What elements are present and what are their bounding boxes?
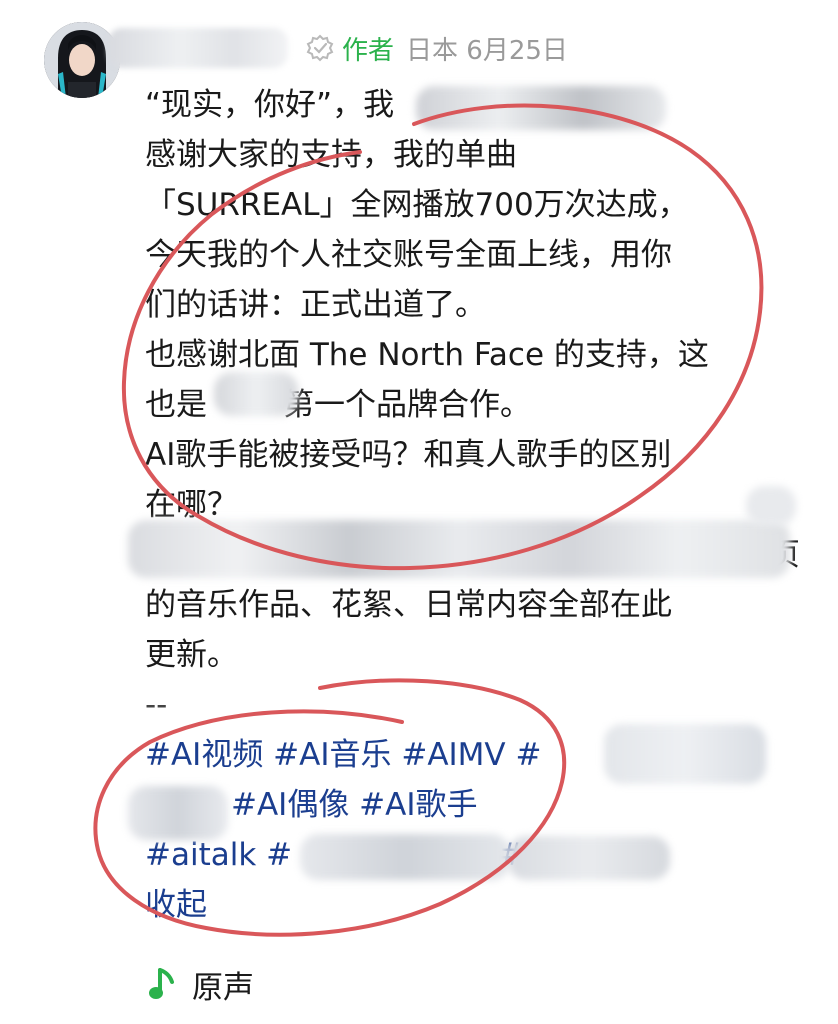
post-location-date: 日本 6月25日 [406, 35, 568, 66]
hashtag-list[interactable]: #AI偶像 #AI歌手 [231, 787, 478, 823]
verified-badge-icon [306, 34, 334, 62]
collapse-button[interactable]: 收起 [145, 880, 800, 930]
post-body: “现实，你好”，我 感谢大家的支持，我的单曲 「SURREAL」全网播放700万… [145, 80, 800, 930]
redaction-blur [508, 836, 670, 880]
post-header: 作者 日本 6月25日 [108, 24, 568, 72]
post-line: AI歌手能被接受吗？和真人歌手的区别 [145, 437, 672, 473]
post-line-end: 第一个品牌合作。 [283, 387, 531, 423]
author-tag: 作者 [342, 35, 395, 66]
redaction-blur [746, 486, 796, 526]
redaction-blur [128, 520, 790, 578]
post-divider: -- [145, 687, 168, 723]
redaction-blur [128, 786, 228, 840]
post-line: 今天我的个人社交账号全面上线，用你 [145, 237, 672, 273]
redaction-blur [416, 86, 666, 130]
redaction-blur [214, 372, 298, 416]
post-line-start: 也是 [145, 387, 207, 423]
post-line: 感谢大家的支持，我的单曲 [145, 137, 517, 173]
hashtag-list[interactable]: #AI视频 #AI音乐 #AIMV # [145, 737, 541, 773]
post-line: 的音乐作品、花絮、日常内容全部在此 [145, 587, 672, 623]
original-sound[interactable]: 原声 [148, 958, 254, 1010]
redaction-blur [300, 834, 510, 880]
post-line: 更新。 [145, 637, 238, 673]
sound-label[interactable]: 原声 [192, 962, 254, 1007]
redaction-blur [604, 724, 766, 784]
post-line: 们的话讲：正式出道了。 [145, 287, 486, 323]
hashtag-row[interactable]: #AI偶像 #AI歌手 [145, 780, 800, 830]
post-line: 「SURREAL」全网播放700万次达成， [145, 187, 689, 223]
username-redacted[interactable] [108, 28, 288, 68]
music-note-icon [149, 968, 174, 999]
hashtag-list[interactable]: #aitalk # [145, 837, 292, 873]
